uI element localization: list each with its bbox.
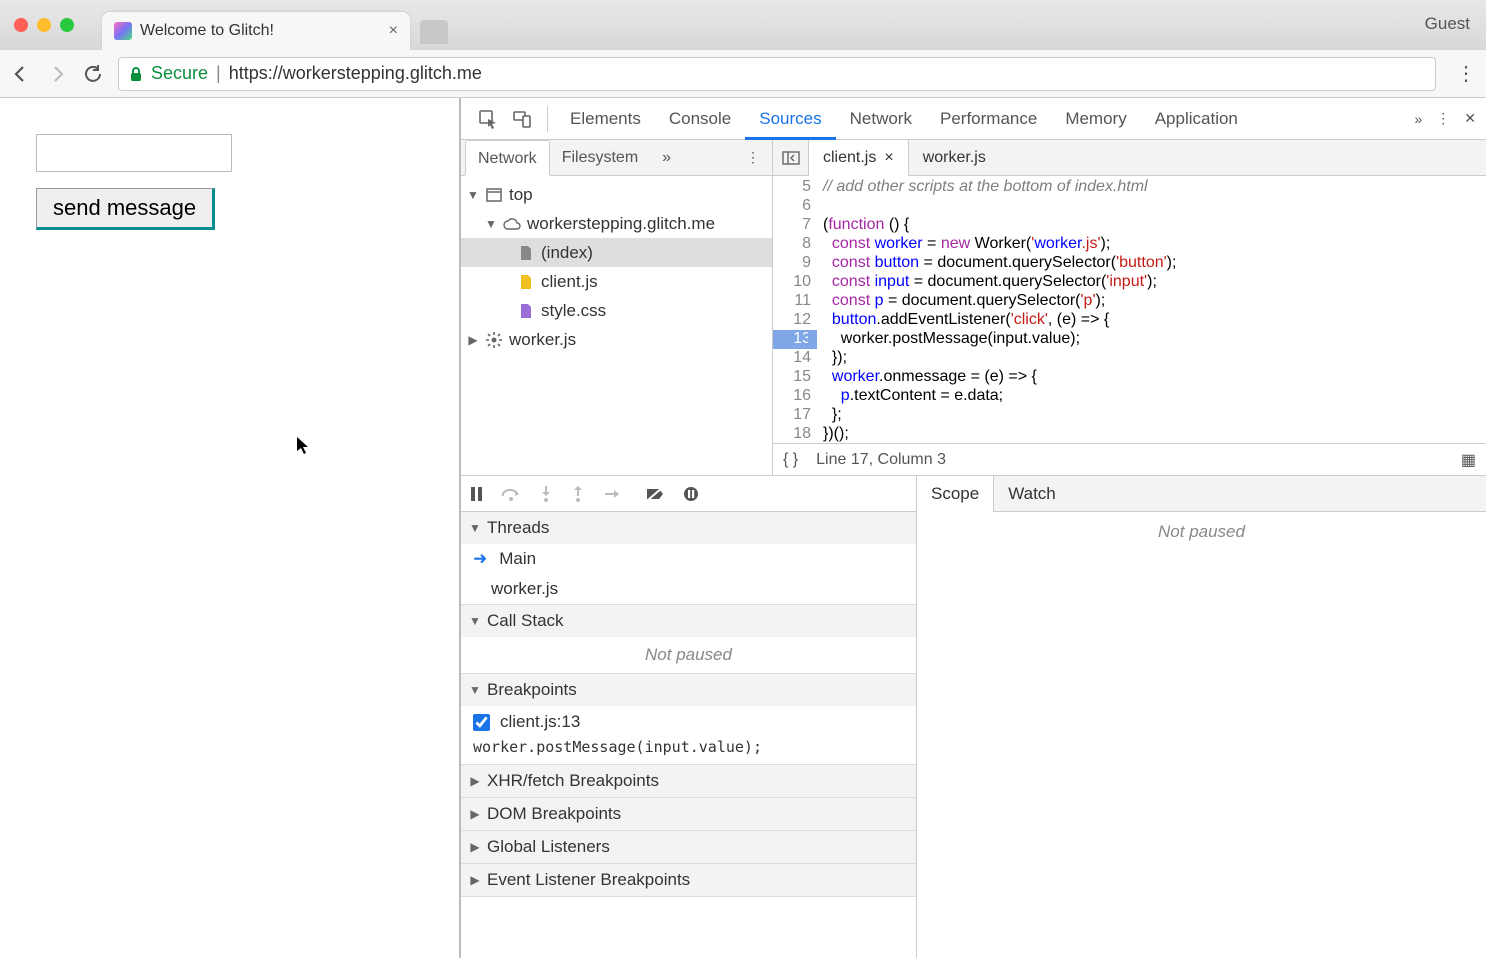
secure-label: Secure — [151, 63, 208, 84]
scope-tab[interactable]: Scope — [917, 476, 994, 512]
browser-menu-icon[interactable]: ⋮ — [1456, 61, 1476, 86]
address-bar[interactable]: Secure | https://workerstepping.glitch.m… — [118, 57, 1436, 91]
lock-icon — [129, 66, 143, 82]
scope-panel: Scope Watch Not paused — [917, 476, 1486, 958]
browser-tab[interactable]: Welcome to Glitch! × — [102, 12, 410, 50]
breakpoint-code: worker.postMessage(input.value); — [461, 738, 916, 764]
breakpoint-row[interactable]: client.js:13 — [461, 706, 916, 738]
cloud-icon — [503, 215, 521, 233]
step-over-icon[interactable] — [501, 486, 521, 502]
step-icon[interactable] — [603, 487, 621, 501]
nav-more-icon[interactable]: » — [650, 140, 683, 176]
pretty-print-icon[interactable]: { } — [783, 451, 798, 469]
threads-header[interactable]: ▼Threads — [461, 512, 916, 544]
js-file-icon — [517, 273, 535, 291]
sources-navigator: Network Filesystem » ⋮ ▼ top ▼ — [461, 140, 773, 475]
tab-memory[interactable]: Memory — [1051, 98, 1140, 140]
cursor-icon — [296, 436, 310, 456]
watch-tab[interactable]: Watch — [994, 476, 1070, 512]
send-message-button[interactable]: send message — [36, 188, 215, 230]
file-tree: ▼ top ▼ workerstepping.glitch.me (index) — [461, 176, 772, 475]
tab-title: Welcome to Glitch! — [140, 22, 381, 40]
tab-sources[interactable]: Sources — [745, 98, 835, 140]
browser-titlebar: Welcome to Glitch! × Guest — [0, 0, 1486, 50]
global-listeners-header[interactable]: ▶Global Listeners — [461, 831, 916, 863]
nav-tab-network[interactable]: Network — [465, 140, 550, 176]
message-input[interactable] — [36, 134, 232, 172]
tab-performance[interactable]: Performance — [926, 98, 1051, 140]
minimize-window-icon[interactable] — [37, 18, 51, 32]
tab-application[interactable]: Application — [1141, 98, 1252, 140]
close-tab-icon[interactable]: × — [389, 22, 398, 40]
thread-main[interactable]: Main — [461, 544, 916, 574]
devtools: Elements Console Sources Network Perform… — [460, 98, 1486, 958]
url-text: https://workerstepping.glitch.me — [229, 63, 482, 84]
xhr-breakpoints-header[interactable]: ▶XHR/fetch Breakpoints — [461, 765, 916, 797]
breakpoints-header[interactable]: ▼Breakpoints — [461, 674, 916, 706]
more-tabs-icon[interactable]: » — [1414, 111, 1422, 127]
nav-tab-filesystem[interactable]: Filesystem — [550, 140, 650, 176]
address-bar-row: Secure | https://workerstepping.glitch.m… — [0, 50, 1486, 98]
coverage-icon[interactable]: ▦ — [1461, 450, 1476, 470]
gear-icon — [485, 331, 503, 349]
maximize-window-icon[interactable] — [60, 18, 74, 32]
page-viewport: send message — [0, 98, 460, 958]
profile-label[interactable]: Guest — [1425, 14, 1470, 34]
devtools-menu-icon[interactable]: ⋮ — [1436, 110, 1450, 127]
code-editor: client.js × worker.js 567891011121314151… — [773, 140, 1486, 475]
scope-status: Not paused — [917, 512, 1486, 958]
forward-button[interactable] — [46, 63, 68, 85]
deactivate-breakpoints-icon[interactable] — [645, 486, 665, 502]
toggle-navigator-icon[interactable] — [773, 140, 809, 176]
debugger-panel: ▼Threads Main worker.js ▼Call Stack Not … — [461, 476, 917, 958]
pause-icon[interactable] — [469, 486, 483, 502]
tree-domain[interactable]: ▼ workerstepping.glitch.me — [461, 209, 772, 238]
file-icon — [517, 244, 535, 262]
tree-top[interactable]: ▼ top — [461, 180, 772, 209]
tree-worker[interactable]: ▶ worker.js — [461, 325, 772, 354]
pause-on-exceptions-icon[interactable] — [683, 486, 699, 502]
css-file-icon — [517, 302, 535, 320]
close-editor-tab-icon[interactable]: × — [884, 140, 893, 176]
window-controls — [0, 18, 74, 32]
step-into-icon[interactable] — [539, 485, 553, 503]
callstack-status: Not paused — [461, 637, 916, 673]
frame-icon — [485, 186, 503, 204]
step-out-icon[interactable] — [571, 485, 585, 503]
tab-console[interactable]: Console — [655, 98, 745, 140]
reload-button[interactable] — [82, 63, 104, 85]
thread-worker[interactable]: worker.js — [461, 574, 916, 604]
close-devtools-icon[interactable]: ✕ — [1464, 110, 1476, 127]
debugger-toolbar — [461, 476, 916, 512]
inspect-icon[interactable] — [471, 102, 505, 136]
tree-file-index[interactable]: (index) — [461, 238, 772, 267]
breakpoint-checkbox[interactable] — [473, 714, 490, 731]
editor-status-bar: { } Line 17, Column 3 ▦ — [773, 443, 1486, 475]
breakpoint-label: client.js:13 — [500, 712, 580, 732]
close-window-icon[interactable] — [14, 18, 28, 32]
event-listener-breakpoints-header[interactable]: ▶Event Listener Breakpoints — [461, 864, 916, 896]
nav-menu-icon[interactable]: ⋮ — [738, 149, 768, 166]
tree-file-clientjs[interactable]: client.js — [461, 267, 772, 296]
favicon-icon — [114, 22, 132, 40]
editor-tab-workerjs[interactable]: worker.js — [909, 140, 1000, 176]
tab-network[interactable]: Network — [836, 98, 926, 140]
dom-breakpoints-header[interactable]: ▶DOM Breakpoints — [461, 798, 916, 830]
editor-tab-clientjs[interactable]: client.js × — [809, 140, 909, 176]
tab-elements[interactable]: Elements — [556, 98, 655, 140]
callstack-header[interactable]: ▼Call Stack — [461, 605, 916, 637]
new-tab-button[interactable] — [420, 20, 448, 44]
devtools-tabs: Elements Console Sources Network Perform… — [461, 98, 1486, 140]
cursor-position: Line 17, Column 3 — [816, 451, 946, 469]
code-area[interactable]: 56789101112131415161718 // add other scr… — [773, 176, 1486, 443]
back-button[interactable] — [10, 63, 32, 85]
device-mode-icon[interactable] — [505, 102, 539, 136]
tree-file-stylecss[interactable]: style.css — [461, 296, 772, 325]
